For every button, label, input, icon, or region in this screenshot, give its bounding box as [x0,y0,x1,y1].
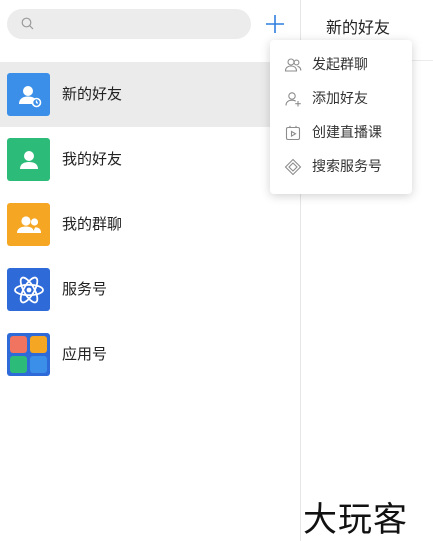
search-service-icon [284,158,302,176]
apps-grid-icon [7,333,50,376]
new-friend-icon [7,73,50,116]
search-box[interactable] [7,9,251,39]
menu-item-label: 创建直播课 [312,125,382,141]
menu-item-add-friend[interactable]: 添加好友 [270,82,412,116]
contact-item-service-accounts[interactable]: 服务号 [0,257,300,322]
group-icon [7,203,50,246]
menu-item-create-live-class[interactable]: 创建直播课 [270,116,412,150]
search-input[interactable] [41,9,241,39]
add-friend-icon [285,92,301,107]
menu-item-label: 添加好友 [312,91,368,107]
contact-item-label: 我的群聊 [62,215,123,233]
atom-icon [7,268,50,311]
plus-icon[interactable] [263,12,287,36]
menu-item-search-service-account[interactable]: 搜索服务号 [270,150,412,184]
contact-item-new-friends[interactable]: 新的好友 [0,62,300,127]
friend-icon [7,138,50,181]
panel-title: 新的好友 [326,18,391,37]
watermark-text: 大玩客 [303,500,408,540]
contact-item-app-accounts[interactable]: 应用号 [0,322,300,387]
contact-item-label: 我的好友 [62,150,123,168]
menu-item-label: 搜索服务号 [312,159,382,175]
contact-item-my-friends[interactable]: 我的好友 [0,127,300,192]
contact-item-label: 新的好友 [62,85,123,103]
add-dropdown-menu: 发起群聊 添加好友 创建直播课 搜索服务号 [270,40,412,194]
search-icon [21,17,34,30]
contact-item-my-groups[interactable]: 我的群聊 [0,192,300,257]
contact-category-list: 新的好友 我的好友 我的群聊 服务号 应用号 [0,62,300,387]
live-class-icon [285,125,301,141]
contact-item-label: 应用号 [62,345,108,363]
contact-item-label: 服务号 [62,280,108,298]
group-chat-icon [284,58,302,72]
menu-item-start-group-chat[interactable]: 发起群聊 [270,48,412,82]
menu-item-label: 发起群聊 [312,57,368,73]
contacts-sidebar: 新的好友 我的好友 我的群聊 服务号 应用号 [0,0,300,541]
